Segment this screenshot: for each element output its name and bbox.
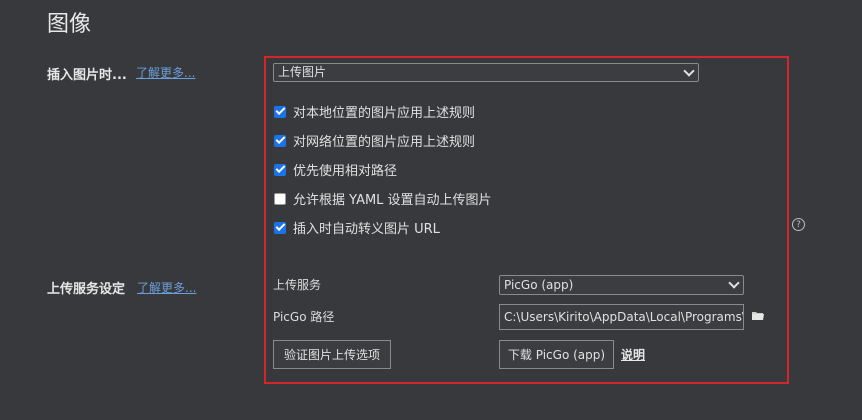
upload-learn-more-link[interactable]: 了解更多... (137, 279, 196, 296)
picgo-path-value: C:\Users\Kirito\AppData\Local\Programs\P… (504, 310, 743, 324)
checkbox-unchecked-icon[interactable] (274, 192, 286, 205)
upload-service-value: PicGo (app) (504, 278, 574, 292)
option-label: 对本地位置的图片应用上述规则 (293, 106, 476, 121)
option-local-images[interactable]: 对本地位置的图片应用上述规则 (274, 102, 475, 121)
option-yaml-upload[interactable]: 允许根据 YAML 设置自动上传图片 (274, 189, 492, 208)
option-relative-path[interactable]: 优先使用相对路径 (274, 160, 397, 179)
upload-service-label: 上传服务 (273, 278, 322, 292)
insert-label: 插入图片时... (47, 68, 127, 83)
doc-link[interactable]: 说明 (621, 346, 645, 363)
insert-action-dropdown-wrap[interactable]: 上传图片 (273, 63, 699, 82)
upload-label: 上传服务设定 (47, 282, 126, 297)
checkbox-checked-icon[interactable] (274, 163, 286, 176)
checkbox-checked-icon[interactable] (274, 105, 286, 118)
option-label: 允许根据 YAML 设置自动上传图片 (293, 193, 492, 208)
insert-action-dropdown[interactable]: 上传图片 (273, 63, 699, 82)
option-escape-url[interactable]: 插入时自动转义图片 URL (274, 218, 440, 237)
page-title: 图像 (47, 12, 92, 37)
upload-service-dropdown[interactable]: PicGo (app) (499, 275, 744, 295)
download-picgo-button[interactable]: 下载 PicGo (app) (499, 340, 614, 369)
option-label: 优先使用相对路径 (293, 164, 398, 179)
checkbox-checked-icon[interactable] (274, 221, 286, 234)
folder-icon[interactable] (752, 311, 764, 321)
option-label: 插入时自动转义图片 URL (293, 222, 440, 237)
picgo-path-input[interactable]: C:\Users\Kirito\AppData\Local\Programs\P… (499, 304, 744, 330)
insert-action-value: 上传图片 (278, 65, 327, 79)
verify-upload-button[interactable]: 验证图片上传选项 (273, 340, 391, 369)
option-network-images[interactable]: 对网络位置的图片应用上述规则 (274, 131, 475, 150)
checkbox-checked-icon[interactable] (274, 134, 286, 147)
option-label: 对网络位置的图片应用上述规则 (293, 135, 476, 150)
picgo-path-label: PicGo 路径 (273, 310, 335, 324)
help-icon[interactable]: ? (792, 218, 805, 231)
upload-service-dropdown-wrap[interactable]: PicGo (app) (499, 275, 744, 295)
insert-learn-more-link[interactable]: 了解更多... (136, 64, 195, 81)
